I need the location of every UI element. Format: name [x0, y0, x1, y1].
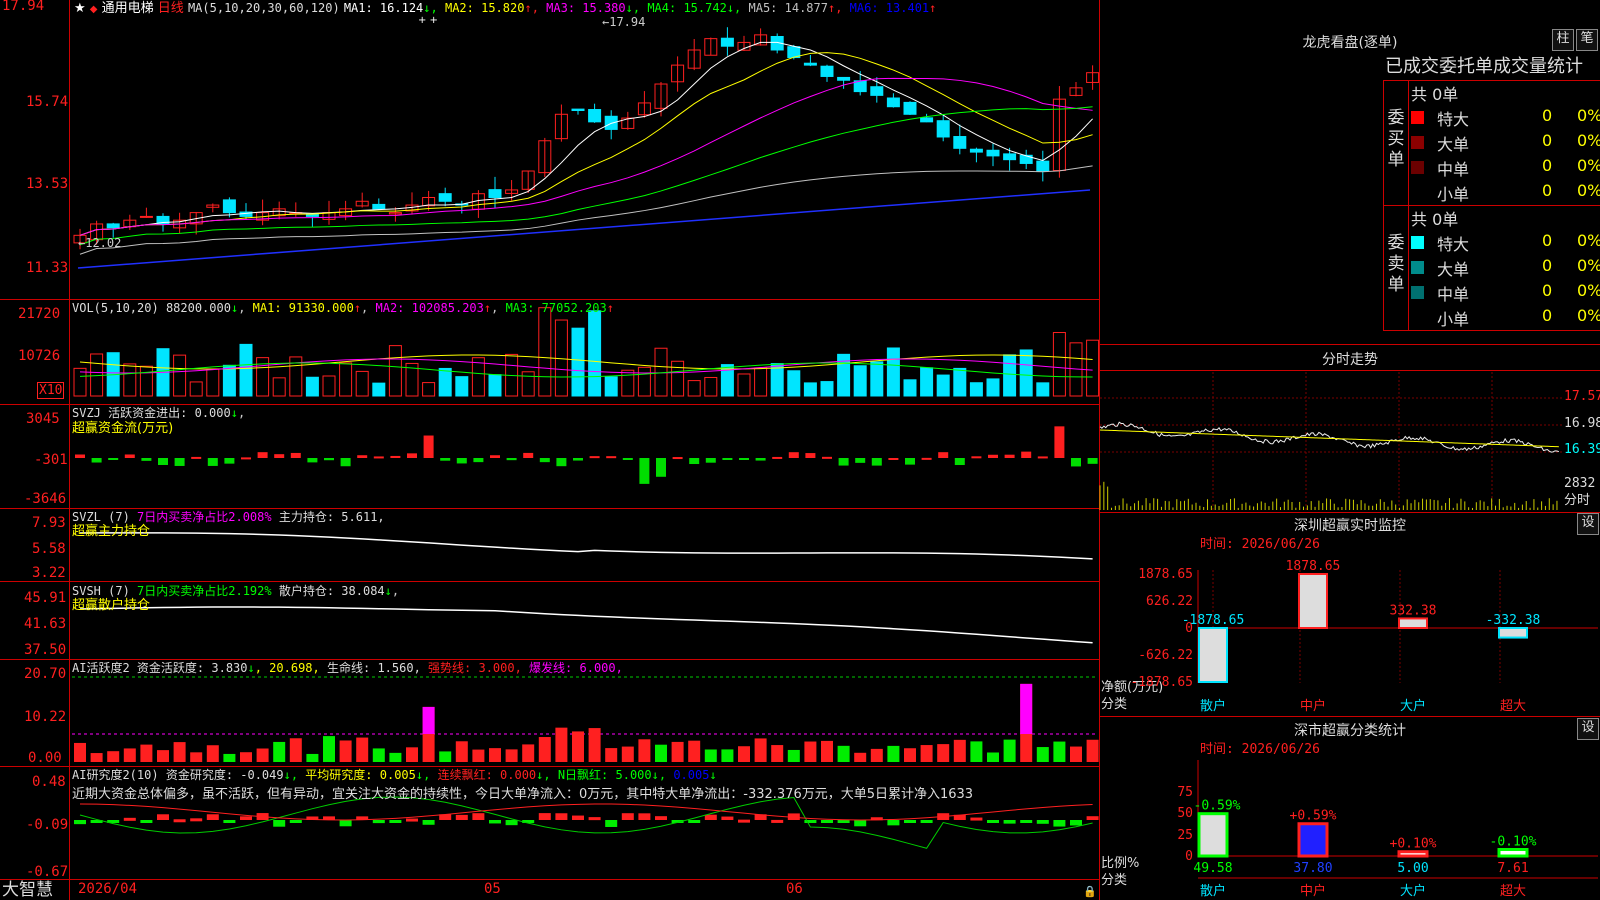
classify-value: 37.80	[1293, 861, 1332, 876]
classify-value: 49.58	[1193, 861, 1232, 876]
classify-y-tick: 25	[1177, 828, 1193, 843]
classify-delta: -0.59%	[1194, 799, 1241, 814]
classify-delta: -0.10%	[1490, 835, 1537, 850]
monitor-y-tick: 626.22	[1146, 594, 1193, 609]
monitor-bar-label: 332.38	[1390, 603, 1437, 618]
classify-y-tick: 50	[1177, 806, 1193, 821]
monitor-bar-label: -332.38	[1486, 613, 1541, 628]
monitor-y-tick: -1878.65	[1130, 675, 1193, 690]
monitor-category: 中户	[1300, 698, 1326, 714]
classify-delta: +0.59%	[1290, 809, 1337, 824]
classify-bar	[1397, 850, 1429, 858]
monitor-category: 超大	[1500, 699, 1526, 714]
classify-value: 7.61	[1497, 861, 1528, 876]
classify-category: 散户	[1200, 883, 1226, 899]
monitor-bar	[1498, 627, 1528, 639]
monitor-bar-label: 1878.65	[1286, 559, 1341, 574]
monitor-y-tick: -626.22	[1138, 648, 1193, 663]
classify-bar	[1197, 812, 1229, 858]
monitor-category: 散户	[1200, 698, 1226, 714]
monitor-bar	[1298, 573, 1328, 629]
monitor-y-tick: 1878.65	[1138, 567, 1193, 582]
classify-y-tick: 75	[1177, 785, 1193, 800]
monitor-bar	[1198, 627, 1228, 683]
classify-bar	[1497, 848, 1529, 858]
classify-delta: +0.10%	[1390, 837, 1437, 852]
classify-bar	[1297, 822, 1329, 858]
monitor-bar-label: -1878.65	[1182, 613, 1245, 628]
classify-category: 超大	[1500, 884, 1526, 899]
classify-value: 5.00	[1397, 861, 1428, 876]
right-panel-charts[interactable]: 1878.65 626.22 0 -626.22 -1878.65 -1878.65 散户 1…	[0, 0, 1600, 900]
monitor-bar	[1398, 617, 1428, 629]
monitor-category: 大户	[1400, 698, 1426, 714]
classify-category: 大户	[1400, 883, 1426, 899]
classify-category: 中户	[1300, 883, 1326, 899]
classify-y-tick: 0	[1185, 849, 1193, 864]
